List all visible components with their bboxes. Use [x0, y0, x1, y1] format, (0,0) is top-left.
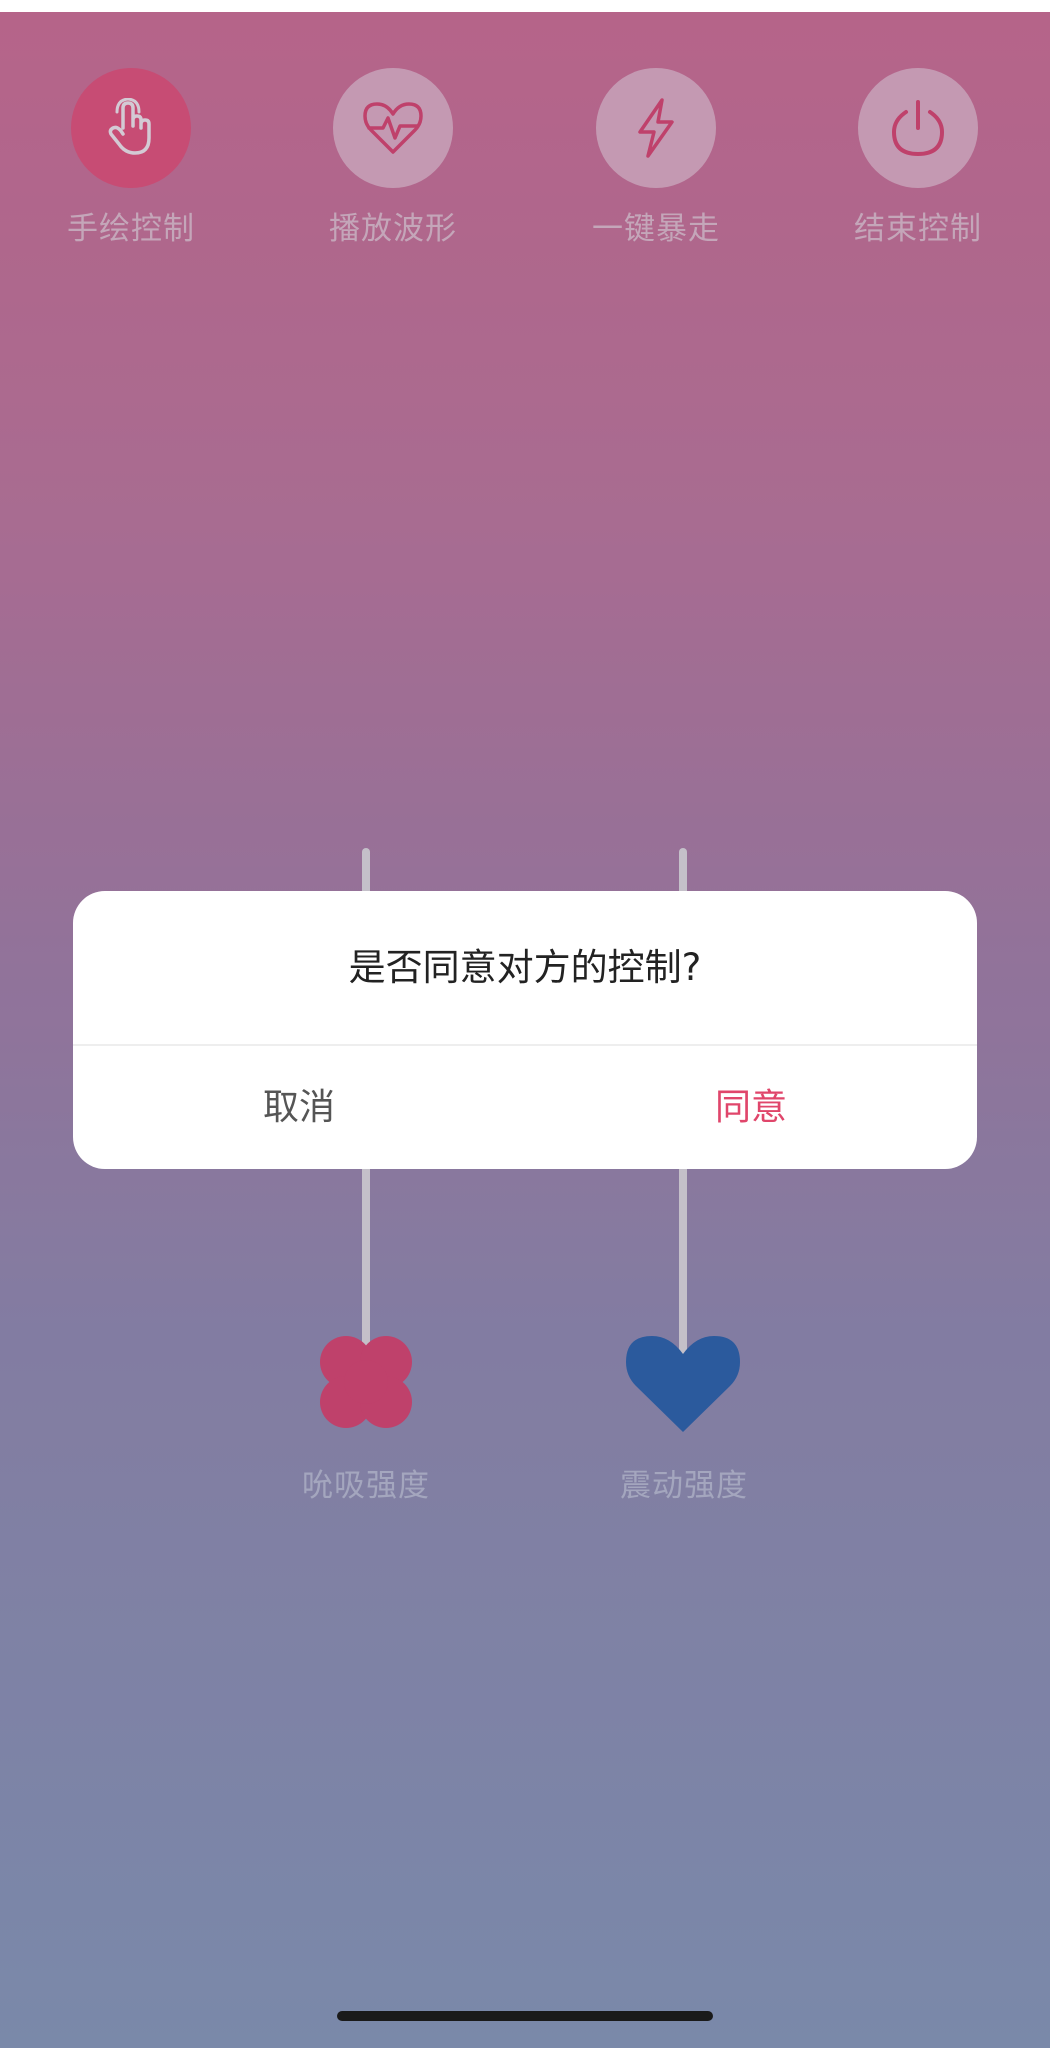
cancel-button[interactable]: 取消 [73, 1046, 525, 1169]
home-indicator[interactable] [337, 2011, 713, 2021]
app-screen: 手绘控制 播放波形 一键暴走 结束控制 吮吸强度 震动强度 是否同意对方的控制?… [0, 0, 1050, 2048]
dialog-message: 是否同意对方的控制? [348, 946, 702, 989]
control-consent-dialog: 是否同意对方的控制? 取消 同意 [73, 891, 977, 1169]
agree-button[interactable]: 同意 [525, 1046, 977, 1169]
